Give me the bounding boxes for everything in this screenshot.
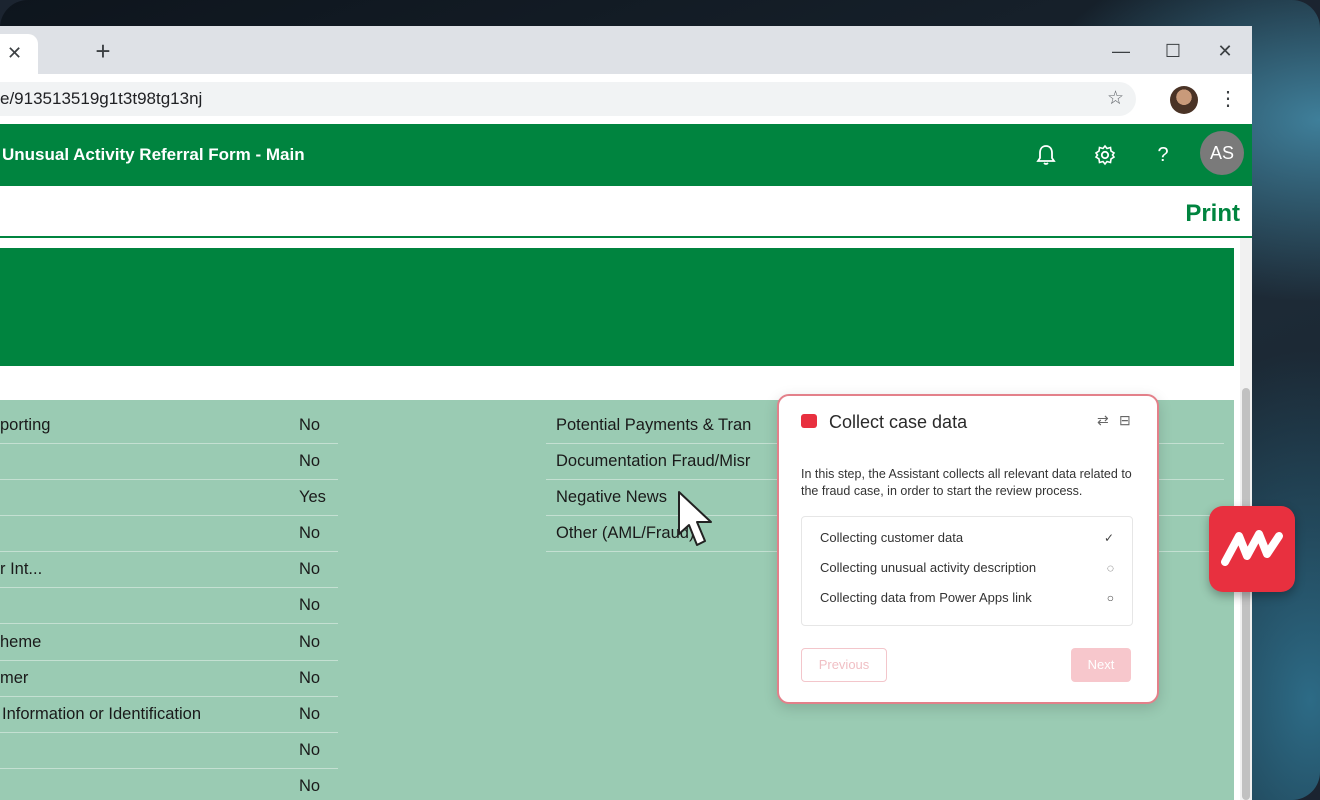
row-value[interactable]: No [299,633,320,652]
print-button[interactable]: Print [1185,200,1240,228]
progress-steps: Collecting customer data ✓ Collecting un… [801,516,1133,626]
bookmark-star-icon[interactable]: ☆ [1107,87,1124,110]
close-tab-icon[interactable]: ✕ [7,40,22,66]
mouse-cursor-icon [678,491,712,546]
close-window-button[interactable]: ✕ [1210,36,1240,66]
row-value[interactable]: No [299,669,320,688]
maximize-button[interactable]: ☐ [1158,36,1188,66]
row-value[interactable]: No [299,705,320,724]
table-row: Information or Identification No [0,696,338,733]
help-icon[interactable]: ? [1148,140,1178,170]
row-label: heme [0,633,42,651]
row-label: Negative News [556,488,667,506]
row-value[interactable]: Yes [299,488,326,507]
scrollbar-thumb[interactable] [1242,388,1250,800]
browser-profile-avatar[interactable] [1170,86,1198,114]
row-value[interactable]: No [299,596,320,615]
step-label: Collecting data from Power Apps link [820,590,1032,605]
row-label: mer [0,669,29,687]
row-label: porting [0,416,51,434]
step-label: Collecting unusual activity description [820,560,1037,575]
table-row: No [0,587,338,624]
next-button[interactable]: Next [1071,648,1131,682]
table-row: No [0,515,338,552]
app-header: Unusual Activity Referral Form - Main ? … [0,124,1252,186]
browser-menu-icon[interactable]: ⋮ [1218,86,1238,112]
address-bar[interactable]: e/913513519g1t3t98tg13nj ☆ [0,82,1136,116]
pending-icon: ○ [1106,591,1114,605]
row-value[interactable]: No [299,741,320,760]
minimize-button[interactable]: — [1106,36,1136,66]
row-label: Potential Payments & Tran [556,416,752,434]
row-label: Information or Identification [2,705,202,723]
browser-tab[interactable]: ✕ [0,34,38,74]
table-row: heme No [0,624,338,661]
assistant-logo-icon [801,414,817,428]
row-value[interactable]: No [299,452,320,471]
browser-toolbar: e/913513519g1t3t98tg13nj ☆ ⋮ [0,74,1252,125]
command-bar: Print [0,186,1252,238]
table-row: mer No [0,660,338,697]
bell-icon[interactable] [1031,140,1061,170]
table-row: Yes [0,479,338,516]
spinner-icon: ◌ [1106,561,1114,575]
table-row: No [0,443,338,480]
table-row: No [0,732,338,769]
step-label: Collecting customer data [820,530,964,545]
row-value[interactable]: No [299,560,320,579]
table-row: porting No [0,407,338,444]
new-tab-button[interactable]: + [90,38,116,64]
previous-button[interactable]: Previous [801,648,887,682]
row-value[interactable]: No [299,416,320,435]
table-row: r Int... No [0,551,338,588]
table-row: No [0,768,338,800]
row-label: Other (AML/Fraud) [556,524,695,542]
swap-icon[interactable]: ⇄ [1097,412,1109,429]
minimize-panel-icon[interactable]: ⊟ [1119,412,1131,429]
row-value[interactable]: No [299,524,320,543]
tab-strip: ✕ + — ☐ ✕ [0,26,1252,74]
url-text[interactable]: e/913513519g1t3t98tg13nj [0,89,202,109]
row-label: Documentation Fraud/Misr [556,452,751,470]
gear-icon[interactable] [1090,140,1120,170]
user-avatar[interactable]: AS [1200,131,1244,175]
row-value[interactable]: No [299,777,320,796]
assistant-launcher-button[interactable] [1209,506,1295,592]
assistant-brand-icon [1221,530,1283,566]
form-banner [0,248,1234,366]
page-title: Unusual Activity Referral Form - Main [2,145,305,164]
row-label: r Int... [0,560,43,578]
assistant-description: In this step, the Assistant collects all… [801,467,1132,498]
assistant-title: Collect case data [829,412,968,432]
checkmark-icon: ✓ [1103,531,1114,545]
assistant-panel: Collect case data ⇄ ⊟ In this step, the … [777,394,1159,704]
